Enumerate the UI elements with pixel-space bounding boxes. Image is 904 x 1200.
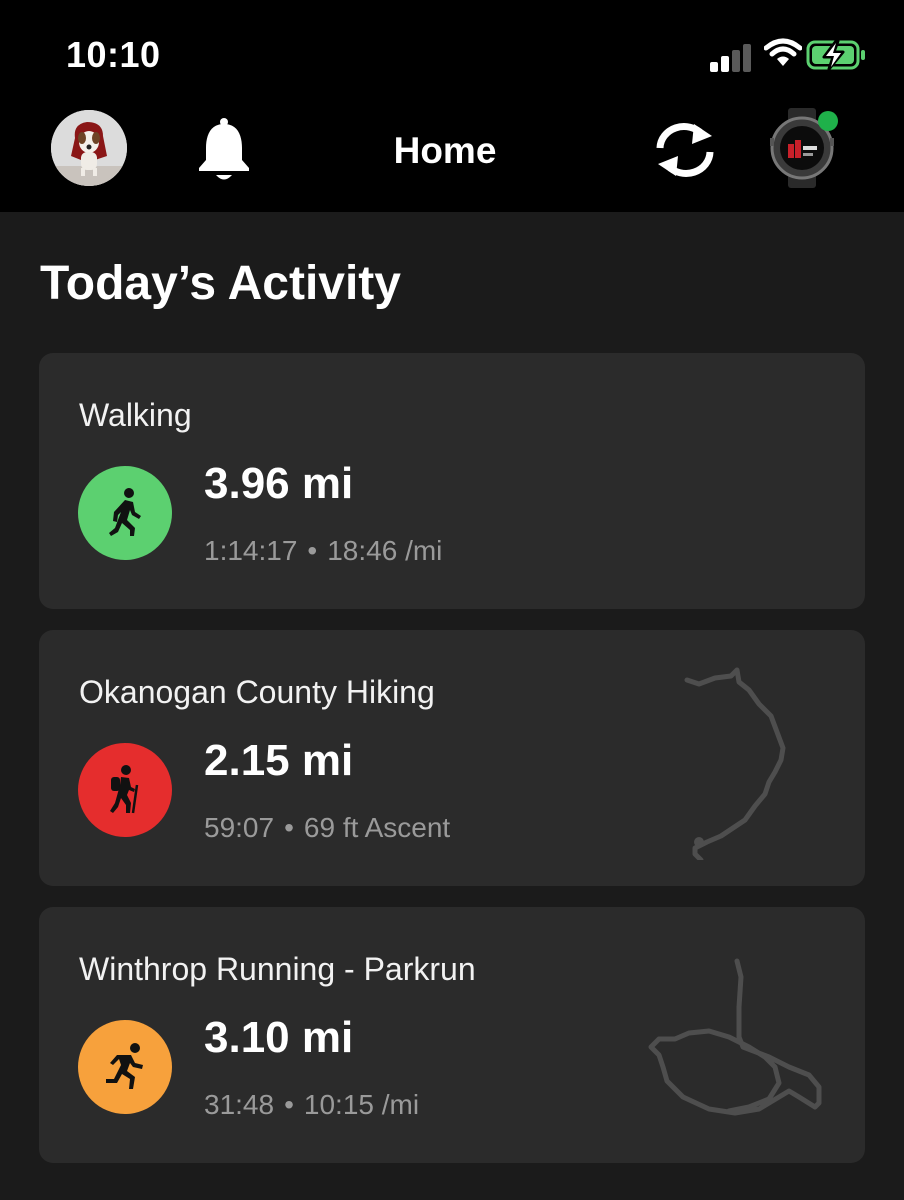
activity-title: Winthrop Running - Parkrun [79, 951, 476, 987]
activity-duration: 31:48 [204, 1089, 275, 1120]
activity-card-walking[interactable]: Walking 3.96 mi 1:14:17 • 18:46 /mi [39, 353, 865, 609]
signal-icon [710, 42, 754, 72]
wifi-icon [764, 38, 802, 66]
activity-distance: 3.96 mi [204, 459, 354, 508]
route-map-thumbnail [684, 667, 786, 860]
activity-card-running[interactable]: Winthrop Running - Parkrun 3.10 mi 31:48… [39, 907, 865, 1163]
section-title: Today’s Activity [40, 257, 401, 310]
walking-icon [78, 466, 172, 560]
activity-pace: 10:15 /mi [303, 1089, 420, 1120]
activity-distance: 2.15 mi [204, 736, 354, 785]
status-time: 10:10 [66, 34, 161, 75]
hiking-icon [78, 743, 172, 837]
route-map-thumbnail [648, 958, 822, 1116]
battery-charging-icon [806, 40, 865, 70]
activity-stats: 1:14:17 • 18:46 /mi [204, 535, 442, 567]
stat-separator: • [284, 812, 294, 843]
sync-icon[interactable] [652, 122, 718, 178]
device-connected-indicator [818, 111, 838, 131]
page-title: Home [393, 130, 497, 171]
nav-bar: Home [0, 100, 904, 212]
activity-title: Walking [79, 397, 192, 433]
activity-title: Okanogan County Hiking [79, 674, 435, 710]
activity-stats: 59:07 • 69 ft Ascent [204, 812, 450, 844]
activity-pace: 18:46 /mi [327, 535, 443, 566]
activity-duration: 59:07 [204, 812, 275, 843]
running-icon [78, 1020, 172, 1114]
activity-card-hiking[interactable]: Okanogan County Hiking 2.15 mi 59:07 • 69 … [39, 630, 865, 886]
activity-ascent: 69 ft Ascent [303, 812, 451, 843]
activity-stats: 31:48 • 10:15 /mi [204, 1089, 419, 1121]
activity-duration: 1:14:17 [204, 535, 298, 566]
activity-distance: 3.10 mi [204, 1013, 354, 1062]
stat-separator: • [307, 535, 318, 566]
status-bar: 10:10 [0, 0, 904, 100]
stat-separator: • [284, 1089, 294, 1120]
